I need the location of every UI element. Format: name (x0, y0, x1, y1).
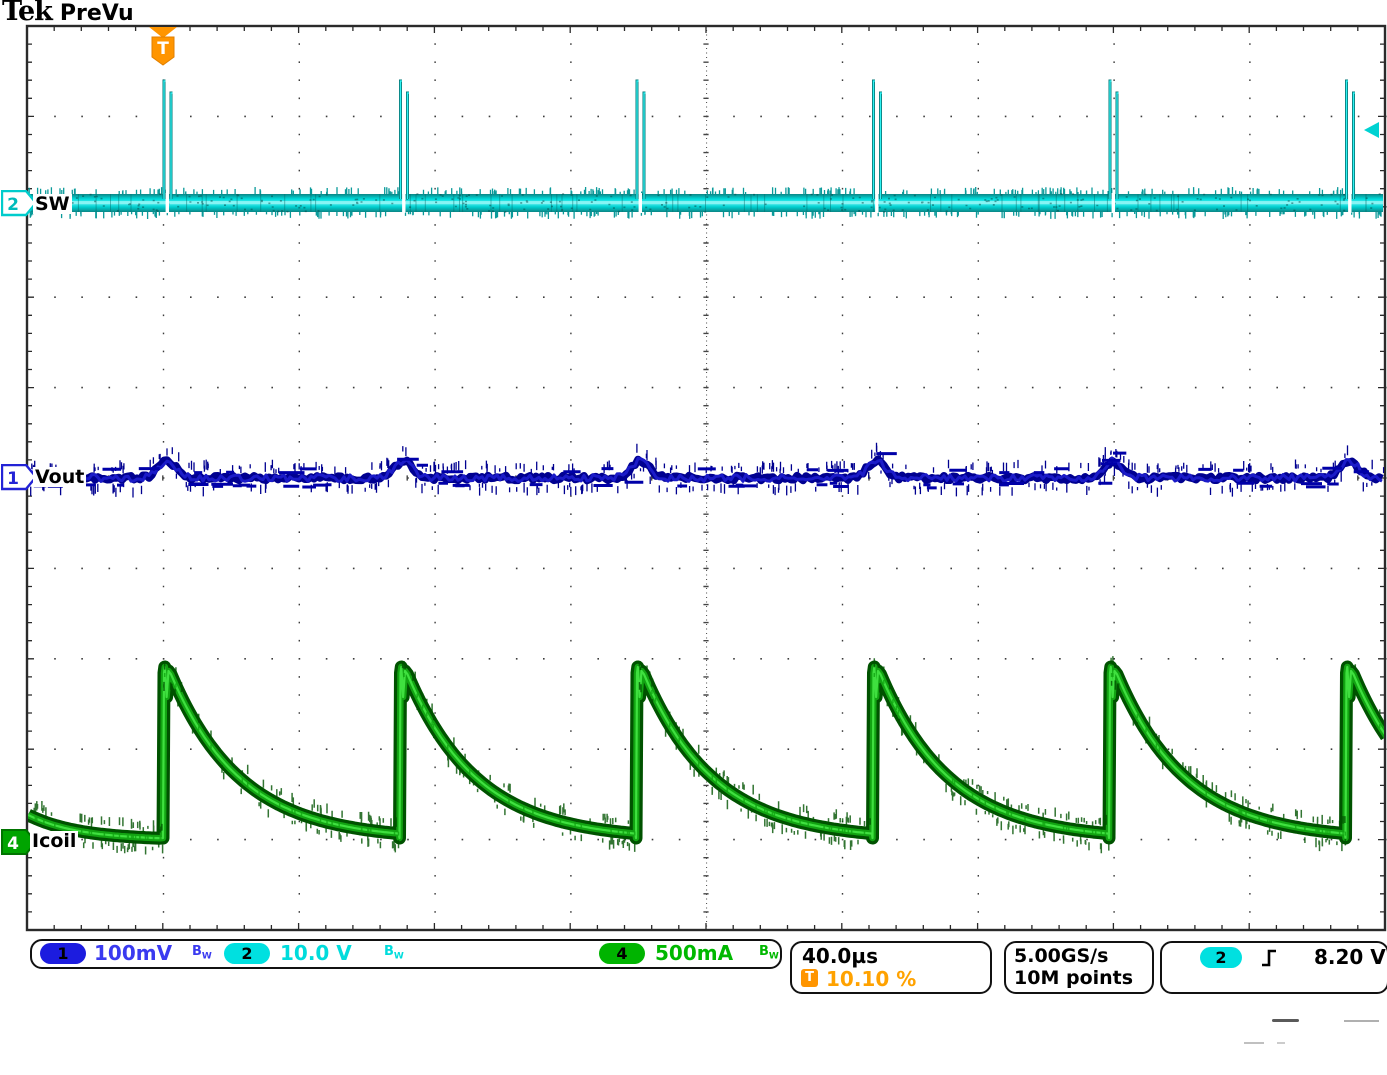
trigger-position-icon: T (801, 969, 818, 987)
trigger-position-readout[interactable]: 10.10 % (826, 968, 916, 990)
oscilloscope-screen: TekPreVu T 2 1 4 SW Vout (0, 0, 1387, 1075)
ch1-trace-label: Vout (33, 467, 86, 487)
record-length-readout: 10M points (1014, 967, 1133, 989)
sw-spike-gap (875, 193, 878, 213)
trigger-marker-icon: T (147, 26, 179, 68)
trigger-position-marker[interactable]: T (147, 26, 179, 72)
sw-spike-gap (639, 193, 642, 213)
icoil-trace-outline (28, 667, 1387, 838)
artifact-mark (1277, 1042, 1285, 1044)
artifact-mark (1244, 1042, 1264, 1044)
artifact-mark (1272, 1019, 1299, 1022)
ch1-scale-readout[interactable]: 100mV (94, 942, 172, 964)
sw-spike-gap (166, 193, 169, 213)
horizontal-readout-box[interactable]: 40.0µs T 10.10 % (790, 941, 992, 994)
sw-spike-gap (402, 193, 405, 213)
ch2-trace-label: SW (33, 194, 72, 214)
trigger-level-readout[interactable]: 8.20 V (1314, 946, 1386, 968)
trigger-level-arrow-icon (1363, 121, 1380, 139)
sw-spike-gap (1112, 193, 1115, 213)
channel-readouts-box[interactable]: 1 100mV BW 2 10.0 V BW 4 500mA BW (30, 939, 782, 969)
artifact-mark (1344, 1020, 1379, 1022)
ch2-badge[interactable]: 2 (224, 943, 270, 964)
sample-rate-readout: 5.00GS/s (1014, 945, 1108, 967)
graticule-and-waveforms (0, 0, 1387, 1075)
trigger-arrow-icon (149, 27, 177, 38)
timebase-readout[interactable]: 40.0µs (802, 945, 878, 967)
sw-spike-gap (1348, 193, 1351, 213)
ch4-marker-number: 4 (7, 834, 19, 854)
ch4-badge[interactable]: 4 (599, 943, 645, 964)
trigger-readout-box[interactable]: 2 8.20 V (1160, 941, 1387, 994)
left-arrow-icon (1364, 122, 1379, 138)
ch1-bandwidth-limit-icon: BW (192, 944, 212, 965)
acquisition-readout-box[interactable]: 5.00GS/s 10M points (1004, 941, 1154, 994)
edge-step-shape (1262, 951, 1276, 965)
ch2-scale-readout[interactable]: 10.0 V (280, 942, 352, 964)
trigger-level-marker[interactable] (1363, 121, 1380, 143)
icoil-trace-core (28, 667, 1387, 838)
trigger-flag-letter: T (157, 39, 169, 59)
ch4-bandwidth-limit-icon: BW (759, 944, 779, 965)
ch2-bandwidth-limit-icon: BW (384, 944, 404, 965)
ch2-marker-number: 2 (7, 195, 19, 215)
waveforms-layer (28, 81, 1387, 855)
ch4-scale-readout[interactable]: 500mA (655, 942, 733, 964)
ch1-badge[interactable]: 1 (40, 943, 86, 964)
ch1-marker-number: 1 (7, 469, 19, 489)
icoil-trace (28, 667, 1387, 838)
rising-edge-slope-icon (1260, 948, 1278, 968)
icoil-noise-bright (35, 673, 1379, 840)
trigger-source-badge[interactable]: 2 (1200, 947, 1242, 968)
ch4-trace-label: Icoil (30, 831, 78, 851)
